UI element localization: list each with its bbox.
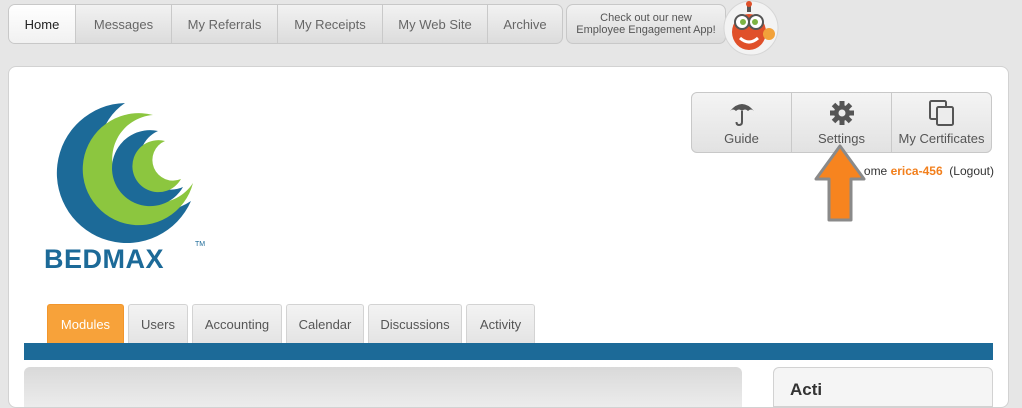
my-certificates-button[interactable]: My Certificates <box>892 93 991 152</box>
umbrella-icon <box>729 104 754 127</box>
employee-app-promo[interactable]: Check out our new Employee Engagement Ap… <box>566 4 726 44</box>
nav-messages[interactable]: Messages <box>76 5 172 43</box>
nav-archive[interactable]: Archive <box>488 5 562 43</box>
orange-arrow-icon <box>814 144 866 222</box>
gear-icon <box>829 101 854 125</box>
tab-discussions[interactable]: Discussions <box>368 304 462 343</box>
tab-modules[interactable]: Modules <box>47 304 124 343</box>
logout-link[interactable]: (Logout) <box>949 164 994 178</box>
tab-activity[interactable]: Activity <box>466 304 535 343</box>
tab-accounting[interactable]: Accounting <box>192 304 282 343</box>
main-panel: BEDMAX TM Guide Settings My Certificates… <box>8 66 1009 408</box>
side-panel: Acti <box>773 367 993 407</box>
logo-trademark: TM <box>195 241 206 248</box>
content-header <box>24 367 742 407</box>
nav-my-referrals[interactable]: My Referrals <box>172 5 278 43</box>
welcome-line: ome erica-456 (Logout) <box>864 164 994 178</box>
nav-my-web-site[interactable]: My Web Site <box>383 5 488 43</box>
promo-line-2: Employee Engagement App! <box>576 24 716 36</box>
logo-wordmark: BEDMAX <box>44 244 165 274</box>
guide-label: Guide <box>724 131 759 146</box>
module-tabs: Modules Users Accounting Calendar Discus… <box>47 304 539 343</box>
promo-line-1: Check out our new <box>600 12 692 24</box>
my-certificates-label: My Certificates <box>898 131 985 146</box>
nav-home[interactable]: Home <box>9 5 76 43</box>
copy-icon <box>928 100 954 126</box>
guide-button[interactable]: Guide <box>692 93 792 152</box>
welcome-text: ome <box>863 164 888 178</box>
nav-my-receipts[interactable]: My Receipts <box>278 5 383 43</box>
top-nav: Home Messages My Referrals My Receipts M… <box>8 4 563 44</box>
username-link[interactable]: erica-456 <box>891 164 943 178</box>
tab-calendar[interactable]: Calendar <box>286 304 364 343</box>
side-panel-title: Acti <box>790 380 823 399</box>
tab-users[interactable]: Users <box>128 304 188 343</box>
tab-underline-bar <box>24 343 993 360</box>
mascot-icon[interactable] <box>722 0 780 56</box>
